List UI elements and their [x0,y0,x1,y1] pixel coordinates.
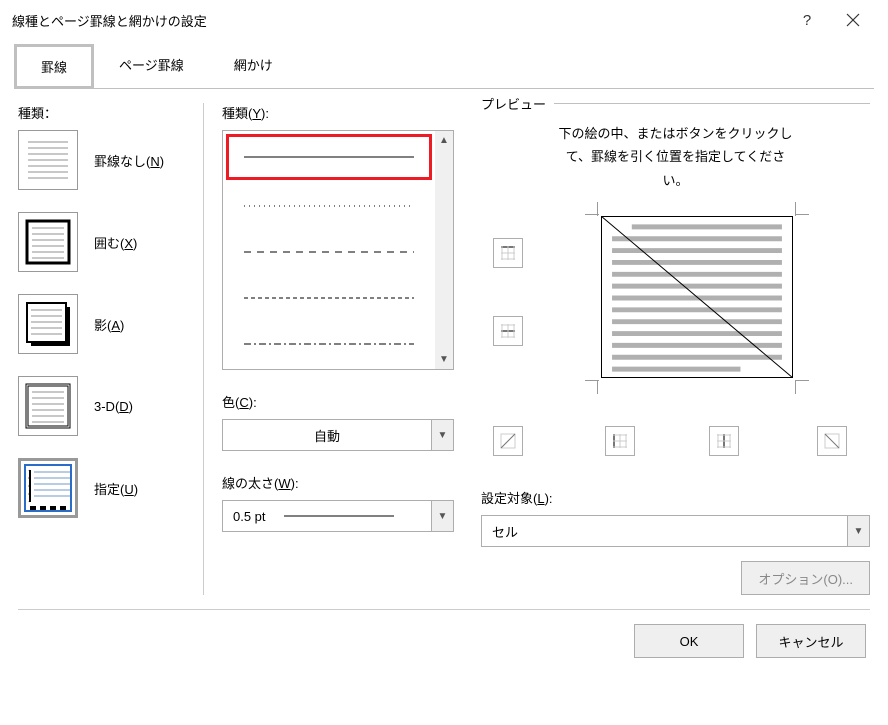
line-style-dash-wide[interactable] [223,229,435,275]
setting-box-icon [18,212,78,272]
color-value: 自動 [223,426,431,445]
style-scrollbar[interactable]: ▲▼ [435,131,453,369]
width-value: 0.5 pt [223,509,431,524]
line-style-dotted[interactable] [223,183,435,229]
close-button[interactable] [830,4,876,36]
setting-shadow-label: 影(A) [94,315,124,334]
help-button[interactable]: ? [784,4,830,36]
setting-type-section: 種類： 罫線なし(N) 囲む(X) 影(A) [18,103,193,595]
preview-top-border-button[interactable] [493,238,523,268]
width-combo[interactable]: 0.5 pt ▼ [222,500,454,532]
preview-section: プレビュー 下の絵の中、またはボタンをクリックし て、罫線を引く位置を指定してく… [463,103,870,595]
tab-strip: 罫線 ページ罫線 網かけ [0,40,888,89]
tab-page-borders[interactable]: ページ罫線 [94,44,209,89]
options-button: オプション(O)... [741,561,870,595]
title-bar: 線種とページ罫線と網かけの設定 ? [0,0,888,40]
scroll-down-icon[interactable]: ▼ [439,354,449,365]
setting-3d-icon [18,376,78,436]
chevron-down-icon[interactable]: ▼ [431,420,453,450]
apply-to-combo[interactable]: セル ▼ [481,515,870,547]
line-style-dashdot[interactable] [223,321,435,367]
preview-diag-down-button[interactable] [817,426,847,456]
setting-none-label: 罫線なし(N) [94,151,164,170]
chevron-down-icon[interactable]: ▼ [431,501,453,531]
setting-none[interactable]: 罫線なし(N) [18,130,193,190]
apply-to-value: セル [482,522,847,541]
setting-shadow[interactable]: 影(A) [18,294,193,354]
setting-none-icon [18,130,78,190]
dialog-button-row: OK キャンセル [0,610,888,672]
preview-diag-up-button[interactable] [493,426,523,456]
preview-hmiddle-border-button[interactable] [493,316,523,346]
line-style-dash[interactable] [223,275,435,321]
line-style-list[interactable]: ▲▼ [222,130,454,370]
line-style-solid[interactable] [226,134,432,180]
line-style-section: 種類(Y): ▲▼ 色(C): 自動 ▼ 線の太さ(W): 0.5 pt ▼ [203,103,453,595]
setting-custom-label: 指定(U) [94,479,138,498]
preview-hint: 下の絵の中、またはボタンをクリックし て、罫線を引く位置を指定してくださ い。 [481,122,870,192]
setting-box-label: 囲む(X) [94,233,137,252]
setting-custom[interactable]: 指定(U) [18,458,193,518]
tab-borders[interactable]: 罫線 [14,44,94,89]
preview-sample[interactable] [601,216,793,378]
tab-shading[interactable]: 網かけ [209,44,298,89]
cancel-button[interactable]: キャンセル [756,624,866,658]
apply-to-label: 設定対象(L): [481,488,870,507]
style-label: 種類(Y): [222,103,453,122]
dialog-title: 線種とページ罫線と網かけの設定 [12,11,784,30]
setting-type-label: 種類： [18,103,193,122]
width-label: 線の太さ(W): [222,473,453,492]
color-label: 色(C): [222,392,453,411]
setting-box[interactable]: 囲む(X) [18,212,193,272]
chevron-down-icon[interactable]: ▼ [847,516,869,546]
preview-legend: プレビュー [481,94,554,113]
color-combo[interactable]: 自動 ▼ [222,419,454,451]
preview-left-border-button[interactable] [605,426,635,456]
setting-3d-label: 3-D(D) [94,399,133,414]
ok-button[interactable]: OK [634,624,744,658]
preview-vmiddle-border-button[interactable] [709,426,739,456]
setting-shadow-icon [18,294,78,354]
scroll-up-icon[interactable]: ▲ [439,135,449,146]
setting-3d[interactable]: 3-D(D) [18,376,193,436]
setting-custom-icon [18,458,78,518]
